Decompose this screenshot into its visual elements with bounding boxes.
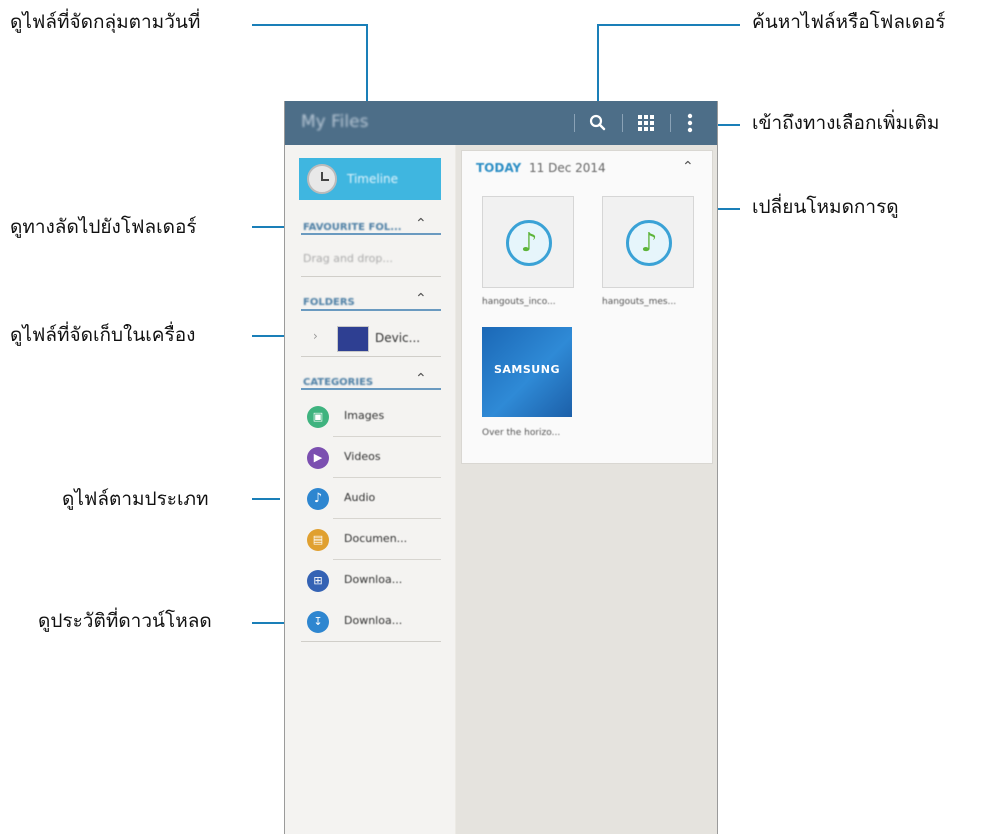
download-apps-icon: ⊞ xyxy=(307,570,329,592)
file-thumbnail[interactable]: ♪ xyxy=(482,196,574,288)
view-mode-button[interactable] xyxy=(635,112,657,134)
download-icon: ↧ xyxy=(307,611,329,633)
video-icon: ▶ xyxy=(307,447,329,469)
audio-file-icon: ♪ xyxy=(506,220,552,266)
timeline-button[interactable]: Timeline xyxy=(299,158,441,200)
collapse-favourites-button[interactable]: ⌃ xyxy=(415,216,427,232)
collapse-categories-button[interactable]: ⌃ xyxy=(415,371,427,387)
annotation-favourites: ดูทางลัดไปยังโฟลเดอร์ xyxy=(10,216,197,238)
overflow-menu-icon xyxy=(687,113,693,133)
category-videos[interactable]: ▶ Videos xyxy=(301,438,441,478)
audio-file-icon: ♪ xyxy=(626,220,672,266)
category-label: Audio xyxy=(344,491,376,504)
annotation-view-mode: เปลี่ยนโหมดการดู xyxy=(752,196,899,218)
annotation-download-history: ดูประวัติที่ดาวน์โหลด xyxy=(38,610,212,632)
separator xyxy=(670,114,671,132)
file-name: hangouts_mes... xyxy=(602,297,677,307)
section-underline xyxy=(301,388,441,390)
chevron-up-icon: ⌃ xyxy=(682,159,694,175)
grid-view-icon xyxy=(638,115,654,131)
chevron-up-icon: ⌃ xyxy=(415,291,427,307)
category-label: Documen... xyxy=(344,532,408,545)
category-label: Downloa... xyxy=(344,573,403,586)
annotation-device-storage: ดูไฟล์ที่จัดเก็บในเครื่อง xyxy=(10,324,196,346)
device-screen: My Files Timeline FAVOURITE FOL... ⌃ Dra… xyxy=(284,101,718,834)
group-date: 11 Dec 2014 xyxy=(529,161,606,175)
divider xyxy=(301,356,441,357)
app-bar: My Files xyxy=(285,101,717,145)
file-name: hangouts_inco... xyxy=(482,297,556,307)
folders-header: FOLDERS xyxy=(303,297,355,308)
download-history-label: Downloa... xyxy=(344,614,403,627)
category-label: Videos xyxy=(344,450,381,463)
document-icon: ▤ xyxy=(307,529,329,551)
category-label: Images xyxy=(344,409,385,422)
favourites-header: FAVOURITE FOL... xyxy=(303,222,402,233)
samsung-logo: SAMSUNG xyxy=(494,363,560,376)
divider xyxy=(333,518,441,519)
category-downloaded-apps[interactable]: ⊞ Downloa... xyxy=(301,561,441,601)
annotation-search: ค้นหาไฟล์หรือโฟลเดอร์ xyxy=(752,11,946,33)
music-note-icon: ♪ xyxy=(307,488,329,510)
category-documents[interactable]: ▤ Documen... xyxy=(301,520,441,560)
group-header: TODAY 11 Dec 2014 xyxy=(476,161,606,175)
category-audio[interactable]: ♪ Audio xyxy=(301,479,441,519)
device-label: Devic... xyxy=(375,331,421,345)
device-thumbnail-icon xyxy=(337,326,369,352)
divider xyxy=(301,641,441,642)
file-thumbnail[interactable]: ♪ xyxy=(602,196,694,288)
content-pane: TODAY 11 Dec 2014 ⌃ ♪ hangouts_inco... ♪… xyxy=(456,145,717,834)
image-file-thumbnail[interactable]: SAMSUNG xyxy=(482,327,572,417)
divider xyxy=(333,559,441,560)
favourites-placeholder: Drag and drop... xyxy=(303,252,393,265)
collapse-folders-button[interactable]: ⌃ xyxy=(415,291,427,307)
more-options-button[interactable] xyxy=(683,112,697,134)
separator xyxy=(574,114,575,132)
chevron-right-icon: › xyxy=(313,329,318,343)
group-label: TODAY xyxy=(476,161,522,175)
search-icon xyxy=(589,114,606,131)
annotation-categories: ดูไฟล์ตามประเภท xyxy=(62,488,209,510)
divider xyxy=(301,276,441,277)
section-underline xyxy=(301,233,441,235)
device-storage-item[interactable]: › Devic... xyxy=(301,323,441,353)
annotation-timeline: ดูไฟล์ที่จัดกลุ่มตามวันที่ xyxy=(10,11,201,33)
chevron-up-icon: ⌃ xyxy=(415,371,427,387)
callout-line-timeline-h xyxy=(252,24,368,26)
clock-icon xyxy=(307,164,337,194)
chevron-up-icon: ⌃ xyxy=(415,216,427,232)
search-button[interactable] xyxy=(587,112,609,134)
divider xyxy=(333,477,441,478)
sidebar: Timeline FAVOURITE FOL... ⌃ Drag and dro… xyxy=(285,145,455,834)
image-icon: ▣ xyxy=(307,406,329,428)
collapse-group-button[interactable]: ⌃ xyxy=(682,159,694,175)
timeline-group-card: TODAY 11 Dec 2014 ⌃ ♪ hangouts_inco... ♪… xyxy=(461,150,713,464)
categories-header: CATEGORIES xyxy=(303,377,374,388)
separator xyxy=(622,114,623,132)
timeline-label: Timeline xyxy=(347,172,399,186)
download-history-item[interactable]: ↧ Downloa... xyxy=(301,602,441,642)
callout-line-search-h xyxy=(597,24,740,26)
section-underline xyxy=(301,309,441,311)
divider xyxy=(333,436,441,437)
category-images[interactable]: ▣ Images xyxy=(301,397,441,437)
file-name: Over the horizo... xyxy=(482,428,561,438)
annotation-more-options: เข้าถึงทางเลือกเพิ่มเติม xyxy=(752,112,940,134)
app-title: My Files xyxy=(301,112,369,132)
callout-line-categories xyxy=(252,498,280,500)
